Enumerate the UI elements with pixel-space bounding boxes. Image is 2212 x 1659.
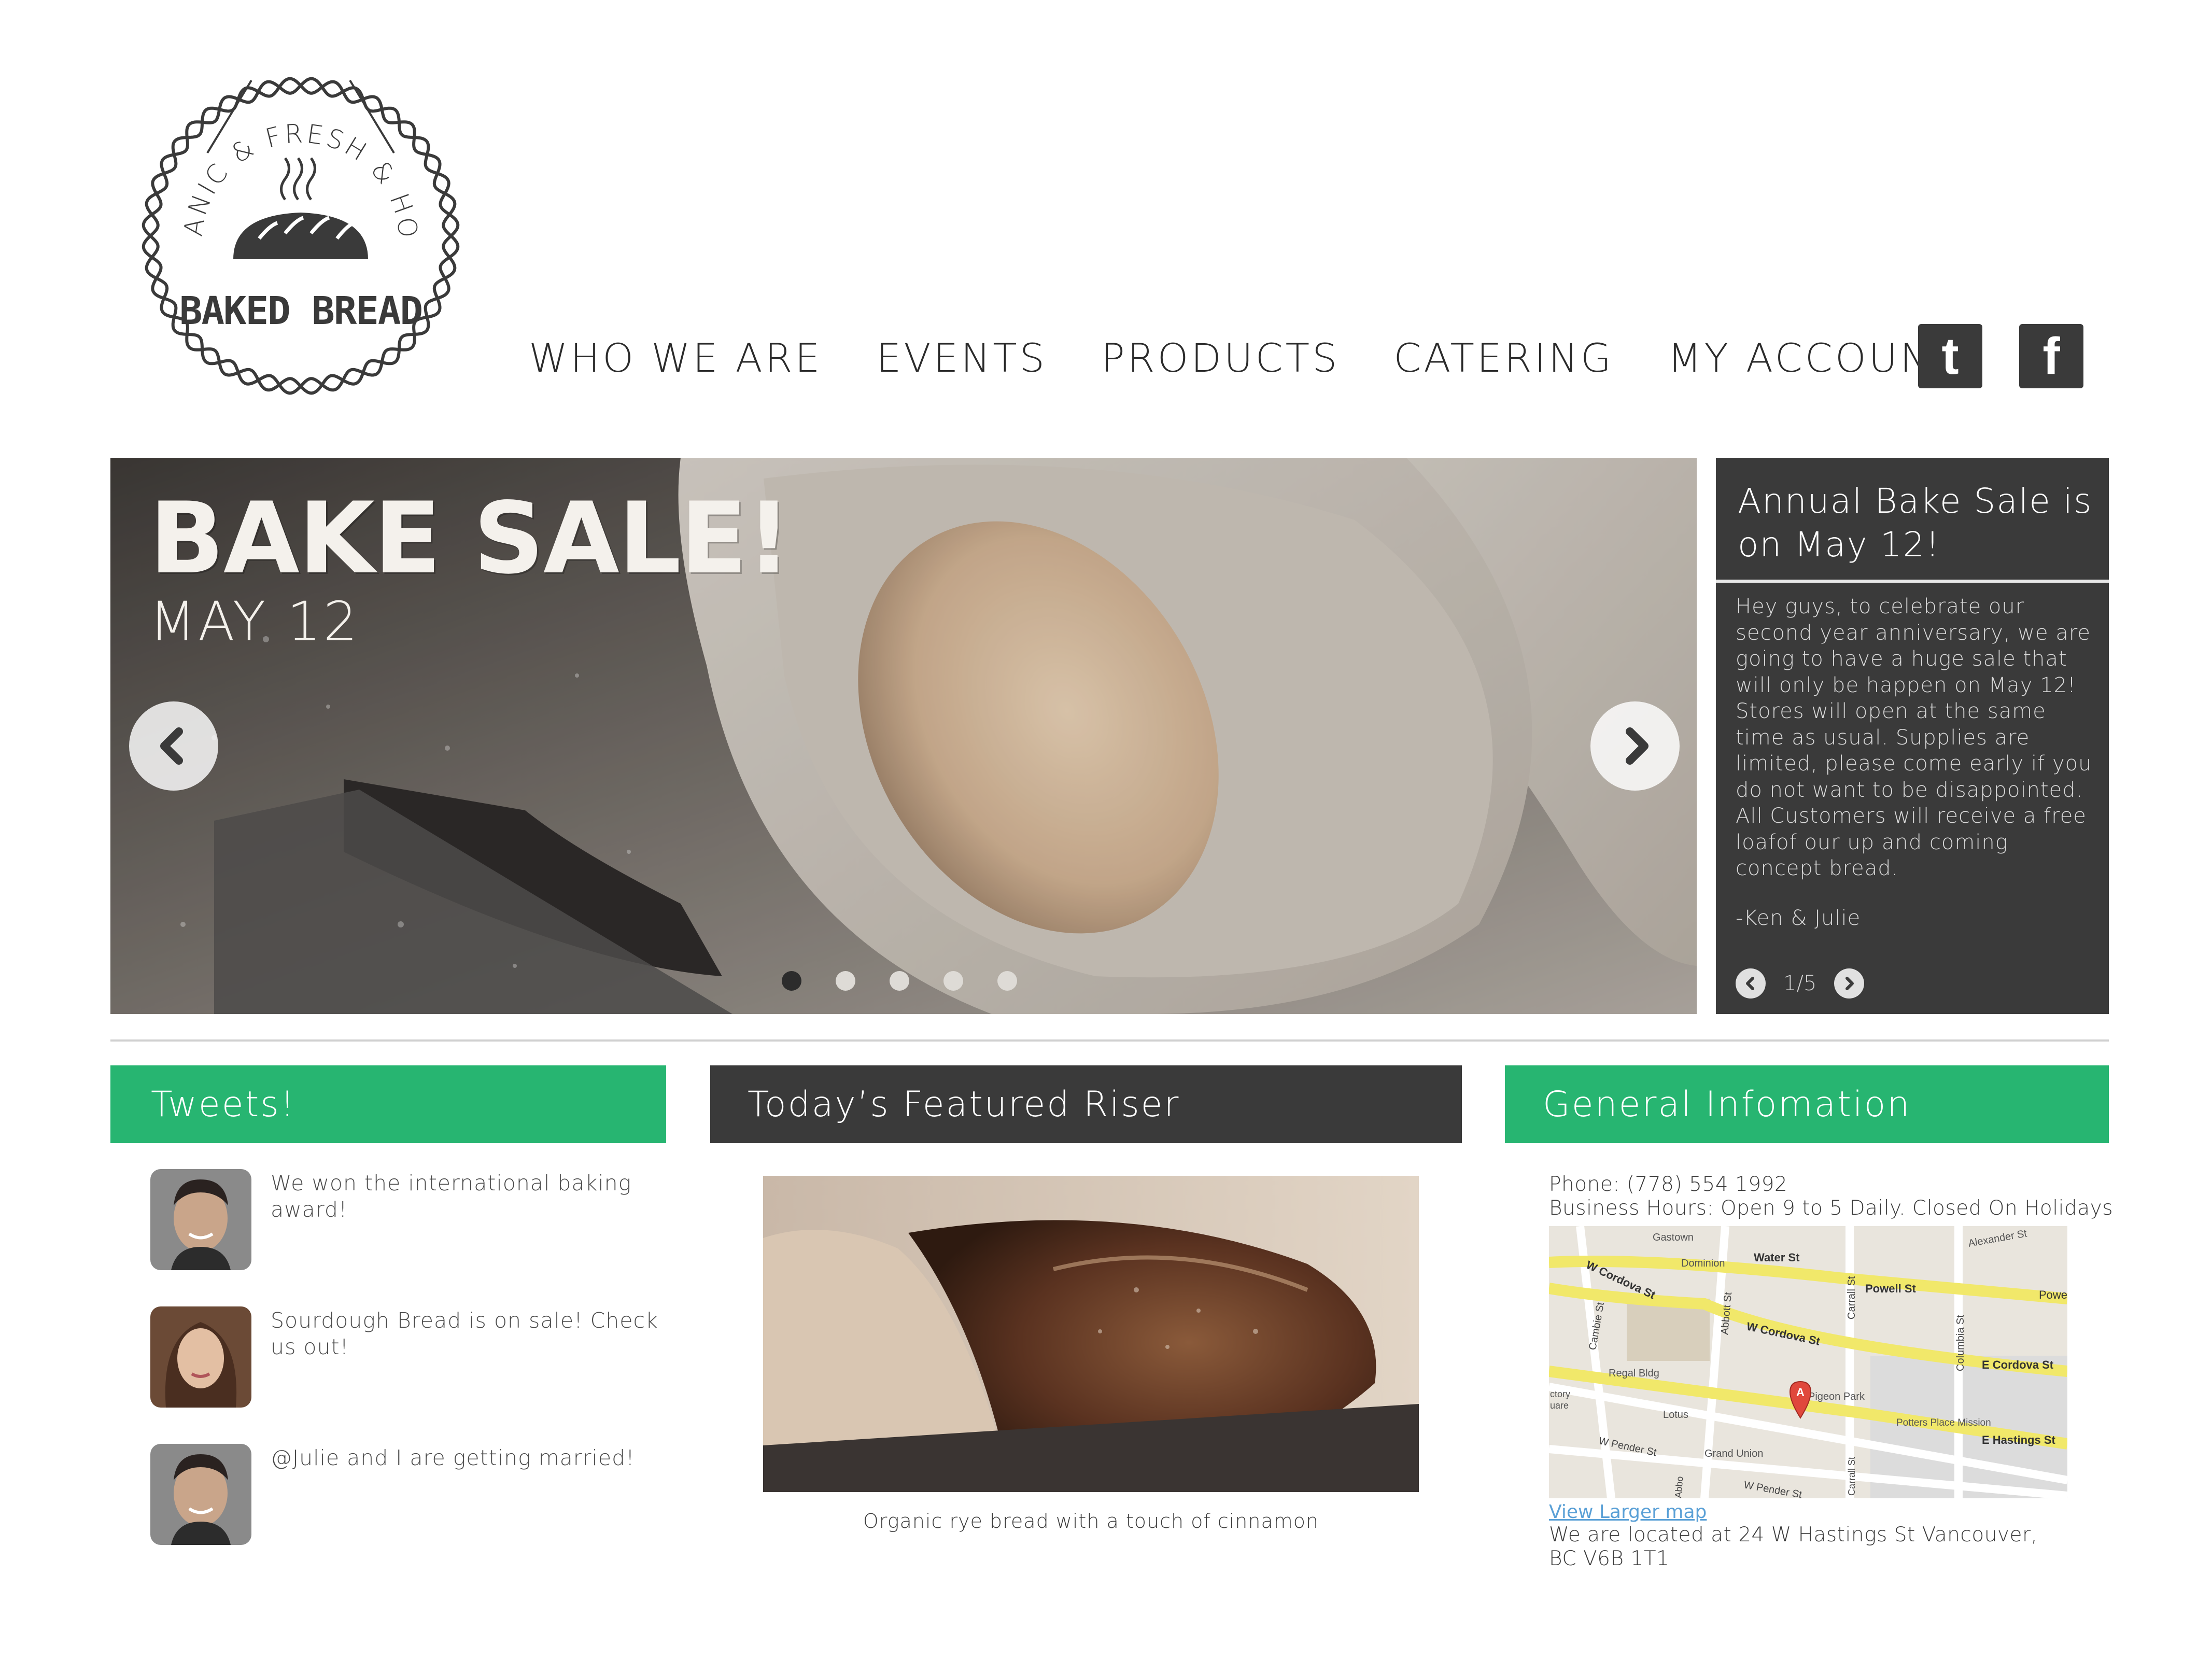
- slider-prev-button[interactable]: [129, 701, 218, 791]
- map-label: Lotus: [1663, 1409, 1688, 1421]
- map-label: E Hastings St: [1982, 1433, 2055, 1446]
- avatar[interactable]: [150, 1306, 251, 1408]
- logo-badge-icon: ORGANIC & FRESH & HOMEY BAKED BREAD: [117, 41, 460, 395]
- map-label: Carrall St: [1846, 1276, 1857, 1319]
- logo-name: BAKED BREAD: [179, 289, 422, 333]
- news-divider: [1716, 580, 2109, 583]
- info-heading: General Infomation: [1505, 1065, 2109, 1143]
- map-label: Gastown: [1653, 1232, 1694, 1243]
- view-larger-map-link[interactable]: View Larger map: [1549, 1501, 1707, 1523]
- news-next-button[interactable]: [1834, 968, 1865, 999]
- facebook-button[interactable]: f: [2019, 324, 2083, 388]
- map-label: E Cordova St: [1982, 1358, 2054, 1371]
- slider-dot-5[interactable]: [997, 971, 1017, 991]
- tweet-item[interactable]: Sourdough Bread is on sale! Check us out…: [150, 1306, 658, 1408]
- chevron-right-icon: [1626, 727, 1649, 765]
- map-label: Columbia St: [1955, 1315, 1966, 1371]
- map-label: Carrall St: [1847, 1457, 1857, 1496]
- map-label: Powe: [2039, 1288, 2067, 1301]
- location-map[interactable]: Gastown Dominion Water St Powell St Alex…: [1549, 1226, 2067, 1498]
- slider-dot-1[interactable]: [782, 971, 801, 991]
- avatar-woman-photo: [150, 1306, 251, 1408]
- nav-catering[interactable]: CATERING: [1393, 335, 1614, 381]
- map-label: uare: [1550, 1400, 1569, 1411]
- main-nav: WHO WE ARE EVENTS PRODUCTS CATERING MY A…: [529, 324, 1959, 391]
- map-label: Water St: [1754, 1251, 1800, 1264]
- tweet-item[interactable]: @Julie and I are getting married!: [150, 1444, 658, 1545]
- tweet-text: Sourdough Bread is on sale! Check us out…: [271, 1308, 658, 1359]
- map-label: Powell St: [1865, 1282, 1916, 1295]
- hero-date: MAY 12: [149, 590, 360, 653]
- map-label: Dominion: [1681, 1258, 1725, 1269]
- news-signature: -Ken & Julie: [1736, 906, 1861, 930]
- featured-caption: Organic rye bread with a touch of cinnam…: [863, 1510, 1319, 1533]
- nav-who-we-are[interactable]: WHO WE ARE: [529, 335, 822, 381]
- info-hours: Business Hours: Open 9 to 5 Daily. Close…: [1549, 1197, 2114, 1220]
- news-pager: 1/5: [1736, 968, 1865, 999]
- chevron-left-icon: [1746, 977, 1754, 990]
- bakery-logo[interactable]: ORGANIC & FRESH & HOMEY BAKED BREAD: [117, 41, 472, 407]
- section-divider: [110, 1039, 2109, 1042]
- tweet-text: We won the international baking award!: [271, 1171, 632, 1222]
- slider-next-button[interactable]: [1590, 701, 1680, 791]
- slider-dot-2[interactable]: [836, 971, 855, 991]
- slider-dots: [782, 971, 1051, 991]
- nav-events[interactable]: EVENTS: [876, 335, 1047, 381]
- slider-dot-3[interactable]: [890, 971, 909, 991]
- news-panel: Annual Bake Sale is on May 12! Hey guys,…: [1716, 458, 2109, 1014]
- featured-bread-photo: [763, 1176, 1419, 1492]
- twitter-icon: t: [1941, 327, 1959, 385]
- avatar[interactable]: [150, 1444, 251, 1545]
- slider-dot-4[interactable]: [943, 971, 963, 991]
- news-body: Hey guys, to celebrate our second year a…: [1736, 595, 2092, 880]
- nav-my-account[interactable]: MY ACCOUNT: [1668, 335, 1959, 381]
- tweet-text: @Julie and I are getting married!: [271, 1445, 635, 1470]
- map-label: ctory: [1550, 1389, 1570, 1399]
- chevron-right-icon: [1845, 977, 1854, 990]
- avatar-man-photo: [150, 1169, 251, 1270]
- chevron-left-icon: [160, 727, 183, 765]
- facebook-icon: f: [2042, 327, 2060, 385]
- tweet-item[interactable]: We won the international baking award!: [150, 1169, 658, 1270]
- tweets-heading: Tweets!: [110, 1065, 666, 1143]
- hero-slider: BAKE SALE! MAY 12: [110, 458, 1697, 1014]
- map-label: Potters Place Mission: [1896, 1417, 1991, 1428]
- avatar[interactable]: [150, 1169, 251, 1270]
- avatar-man-photo: [150, 1444, 251, 1545]
- news-title: Annual Bake Sale is on May 12!: [1738, 481, 2093, 565]
- map-label: Regal Bldg: [1609, 1368, 1659, 1379]
- news-page-indicator: 1/5: [1783, 972, 1817, 995]
- map-label: Pigeon Park: [1808, 1391, 1865, 1402]
- twitter-button[interactable]: t: [1918, 324, 1982, 388]
- map-marker-label: A: [1796, 1386, 1805, 1399]
- news-prev-button[interactable]: [1736, 968, 1766, 999]
- featured-heading: Today’s Featured Riser: [710, 1065, 1462, 1143]
- map-label: Abbo: [1673, 1476, 1685, 1498]
- info-address: We are located at 24 W Hastings St Vanco…: [1549, 1523, 2038, 1570]
- map-label: Grand Union: [1704, 1448, 1763, 1459]
- nav-products[interactable]: PRODUCTS: [1101, 335, 1340, 381]
- hero-title: BAKE SALE!: [149, 481, 791, 596]
- info-phone: Phone: (778) 554 1992: [1549, 1173, 1788, 1196]
